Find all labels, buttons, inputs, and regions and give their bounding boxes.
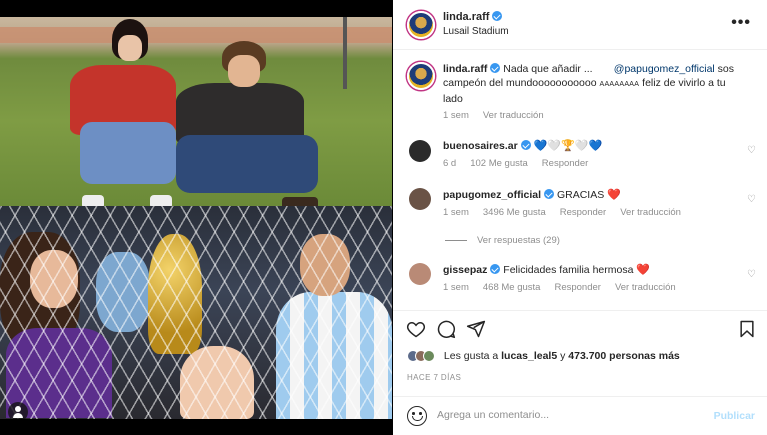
- save-bookmark-icon[interactable]: [737, 319, 757, 339]
- comment-row: papugomez_official GRACIAS ❤️: [443, 188, 621, 202]
- caption-text-start: Nada que añadir ... ⠀⠀: [503, 63, 614, 75]
- post-header: linda.raff Lusail Stadium •••: [393, 0, 767, 50]
- emoji: 💙: [533, 140, 548, 152]
- comment-text: GRACIAS: [556, 189, 605, 201]
- heart-emoji: ❤️: [636, 264, 651, 276]
- caption-translate-link[interactable]: Ver traducción: [483, 110, 544, 121]
- emoji-smile-icon[interactable]: [407, 406, 427, 426]
- emoji: 🤍: [574, 140, 589, 152]
- verified-badge-icon: [490, 264, 501, 274]
- comment-time[interactable]: 1 sem: [443, 282, 469, 293]
- comment-bubble-icon[interactable]: [436, 319, 456, 339]
- comment-username[interactable]: gissepaz: [443, 264, 487, 276]
- comment-username[interactable]: buenosaires.ar: [443, 140, 518, 152]
- add-comment-bar: Publicar: [393, 396, 767, 435]
- post-time-ago[interactable]: HACE 7 DÍAS: [407, 373, 461, 382]
- likes-summary: Les gusta a lucas_leal5 y 473.700 person…: [407, 350, 680, 363]
- photo-top-image: [0, 17, 392, 211]
- verified-badge-icon: [520, 140, 531, 150]
- comment-meta: 6 d 102 Me gusta Responder: [443, 158, 602, 169]
- caption-small-text: AAAAAAAA: [599, 81, 640, 88]
- comment-likes[interactable]: 468 Me gusta: [483, 282, 541, 293]
- reply-link[interactable]: Responder: [554, 282, 600, 293]
- view-replies[interactable]: Ver respuestas (29): [445, 235, 560, 246]
- likes-middle: y: [557, 350, 569, 362]
- avatar[interactable]: [407, 11, 435, 39]
- username-text[interactable]: linda.raff: [443, 11, 489, 23]
- verified-badge-icon: [492, 11, 503, 21]
- like-heart-icon[interactable]: [406, 319, 426, 339]
- verified-badge-icon: [544, 189, 555, 199]
- post-side-panel: linda.raff Lusail Stadium ••• linda.raff…: [393, 0, 767, 435]
- post-username[interactable]: linda.raff: [443, 11, 503, 23]
- translate-link[interactable]: Ver traducción: [615, 282, 676, 293]
- comment-avatar[interactable]: [409, 188, 431, 210]
- caption-time[interactable]: 1 sem: [443, 110, 469, 121]
- emoji: 💙: [588, 140, 603, 152]
- comment-input[interactable]: [437, 409, 687, 421]
- caption-username[interactable]: linda.raff: [443, 63, 487, 75]
- caption-avatar[interactable]: [407, 62, 435, 90]
- comment-avatar[interactable]: [409, 263, 431, 285]
- like-comment-heart-icon[interactable]: ♡: [747, 145, 757, 156]
- likes-prefix: Les gusta a: [443, 350, 502, 362]
- emoji: 🏆: [561, 140, 575, 152]
- heart-emoji: ❤️: [607, 189, 621, 201]
- comment-meta: 1 sem 3496 Me gusta Responder Ver traducció…: [443, 207, 695, 218]
- photo-bottom-image: [0, 206, 392, 419]
- post-actions: [393, 310, 767, 344]
- caption-mention-link[interactable]: @papugomez_official: [614, 63, 715, 75]
- emoji: 🤍: [547, 140, 562, 152]
- comment-time[interactable]: 6 d: [443, 158, 456, 169]
- comment-avatar[interactable]: [409, 140, 431, 162]
- reply-link[interactable]: Responder: [560, 207, 606, 218]
- like-comment-heart-icon[interactable]: ♡: [747, 194, 757, 205]
- likes-count-link[interactable]: 473.700 personas más: [568, 350, 680, 362]
- reply-link[interactable]: Responder: [542, 158, 588, 169]
- comment-username[interactable]: papugomez_official: [443, 189, 541, 201]
- comment-meta: 1 sem 468 Me gusta Responder Ver traducción: [443, 282, 690, 293]
- caption-meta: 1 sem Ver traducción: [443, 110, 558, 121]
- liker-avatar: [423, 350, 435, 363]
- comment-time[interactable]: 1 sem: [443, 207, 469, 218]
- publish-button[interactable]: Publicar: [714, 410, 755, 422]
- view-replies-label[interactable]: Ver respuestas (29): [477, 235, 560, 246]
- verified-badge-icon: [490, 63, 501, 73]
- comment-likes[interactable]: 3496 Me gusta: [483, 207, 546, 218]
- comment-row: buenosaires.ar 💙🤍🏆🤍💙: [443, 139, 602, 153]
- like-comment-heart-icon[interactable]: ♡: [747, 269, 757, 280]
- caption: linda.raff Nada que añadir ... ⠀⠀ @papug…: [443, 62, 743, 106]
- tagged-user-icon[interactable]: [8, 402, 28, 419]
- instagram-post-window: linda.raff Lusail Stadium ••• linda.raff…: [0, 0, 767, 435]
- trophy-shape: [148, 234, 202, 354]
- share-send-icon[interactable]: [466, 319, 486, 339]
- post-location[interactable]: Lusail Stadium: [443, 26, 509, 37]
- comment-likes[interactable]: 102 Me gusta: [470, 158, 528, 169]
- comment-text: Felicidades familia hermosa: [503, 264, 634, 276]
- comment-row: gissepaz Felicidades familia hermosa ❤️: [443, 263, 650, 277]
- post-photo[interactable]: [0, 17, 392, 419]
- more-options-icon[interactable]: •••: [731, 14, 751, 32]
- translate-link[interactable]: Ver traducción: [620, 207, 681, 218]
- likes-user-link[interactable]: lucas_leal5: [501, 350, 557, 362]
